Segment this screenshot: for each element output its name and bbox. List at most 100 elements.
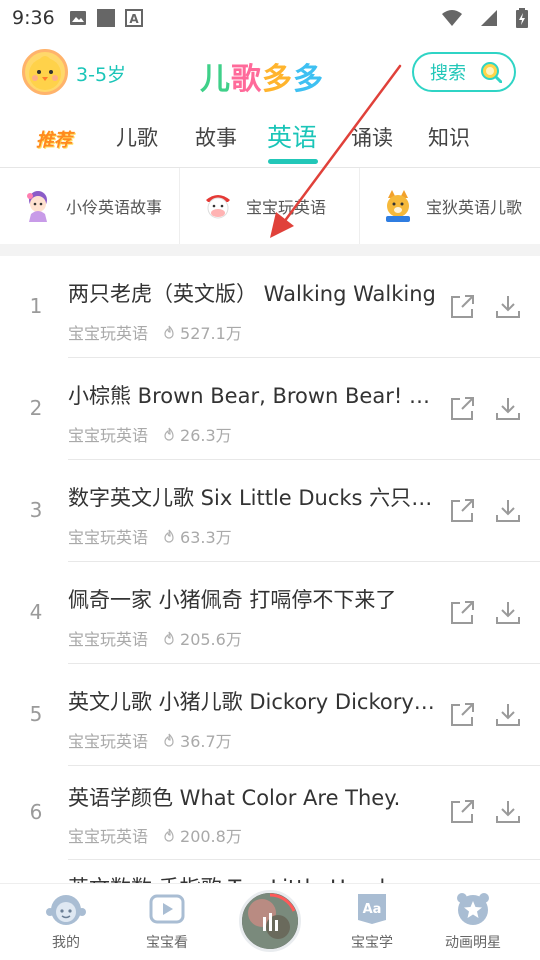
status-time: 9:36 bbox=[12, 7, 55, 29]
bottom-nav: 我的 宝宝看 Aa 宝宝学 动画明星 bbox=[0, 883, 540, 960]
song-row[interactable]: 4 佩奇一家 小猪佩奇 打嗝停不下来了 宝宝玩英语 205.6万 bbox=[0, 562, 540, 664]
category-tabs: 推荐 儿歌 故事 英语 诵读 知识 bbox=[0, 116, 540, 166]
share-icon[interactable] bbox=[448, 395, 476, 423]
series-label: 宝狄英语儿歌 bbox=[426, 198, 523, 217]
svg-text:Aa: Aa bbox=[363, 902, 382, 917]
play-count: 527.1万 bbox=[162, 320, 242, 344]
tab-recommend[interactable]: 推荐 bbox=[36, 126, 72, 152]
song-row[interactable]: 2 小棕熊 Brown Bear, Brown Bear! What 宝宝玩英语… bbox=[0, 358, 540, 460]
nav-mine[interactable]: 我的 bbox=[26, 890, 106, 952]
song-meta: 宝宝玩英语 527.1万 bbox=[68, 320, 242, 344]
age-selector[interactable]: 3-5岁 bbox=[76, 60, 126, 87]
share-icon[interactable] bbox=[448, 599, 476, 627]
play-count: 36.7万 bbox=[162, 728, 232, 752]
download-icon[interactable] bbox=[494, 798, 522, 826]
tab-songs[interactable]: 儿歌 bbox=[116, 122, 158, 152]
nav-cartoon-stars[interactable]: 动画明星 bbox=[433, 890, 513, 952]
logo-char: 多 bbox=[262, 62, 293, 97]
tab-knowledge[interactable]: 知识 bbox=[428, 122, 470, 152]
cow-avatar-icon bbox=[206, 195, 230, 219]
logo-char: 儿 bbox=[200, 62, 231, 97]
image-icon bbox=[69, 11, 86, 25]
song-rank: 3 bbox=[29, 498, 43, 522]
download-icon[interactable] bbox=[494, 395, 522, 423]
share-icon[interactable] bbox=[448, 798, 476, 826]
song-title: 英语学颜色 What Color Are They. bbox=[68, 786, 401, 810]
song-title: 数字英文儿歌 Six Little Ducks 六只小鸭 bbox=[68, 486, 440, 510]
avatar[interactable] bbox=[22, 49, 68, 95]
series-item-baodi[interactable]: 宝狄英语儿歌 bbox=[360, 168, 540, 244]
play-count: 26.3万 bbox=[162, 422, 232, 446]
nav-learn[interactable]: Aa 宝宝学 bbox=[332, 890, 412, 952]
song-source: 宝宝玩英语 bbox=[68, 732, 149, 751]
song-meta: 宝宝玩英语 26.3万 bbox=[68, 422, 232, 446]
play-count-value: 36.7万 bbox=[180, 732, 232, 751]
song-source: 宝宝玩英语 bbox=[68, 426, 149, 445]
song-source: 宝宝玩英语 bbox=[68, 324, 149, 343]
flame-icon bbox=[164, 529, 174, 543]
nav-label: 我的 bbox=[52, 935, 80, 951]
series-label: 小伶英语故事 bbox=[66, 198, 163, 217]
song-row[interactable]: 英文数数 手指歌 Ten Little Hands bbox=[0, 860, 540, 883]
song-meta: 宝宝玩英语 36.7万 bbox=[68, 728, 232, 752]
square-icon bbox=[96, 9, 115, 27]
play-count: 200.8万 bbox=[162, 823, 242, 847]
song-row[interactable]: 6 英语学颜色 What Color Are They. 宝宝玩英语 200.8… bbox=[0, 766, 540, 860]
section-spacer bbox=[0, 244, 540, 256]
song-rank: 6 bbox=[29, 800, 43, 824]
search-button[interactable]: 搜索 bbox=[412, 52, 516, 92]
play-count: 205.6万 bbox=[162, 626, 242, 650]
aa-learn-icon: Aa bbox=[358, 894, 386, 924]
song-row[interactable]: 3 数字英文儿歌 Six Little Ducks 六只小鸭 宝宝玩英语 63.… bbox=[0, 460, 540, 562]
search-label: 搜索 bbox=[430, 63, 466, 84]
song-row[interactable]: 1 两只老虎（英文版） Walking Walking 宝宝玩英语 527.1万 bbox=[0, 256, 540, 358]
logo-char: 多 bbox=[293, 62, 324, 97]
song-row[interactable]: 5 英文儿歌 小猪儿歌 Dickory Dickory Dock 宝宝玩英语 3… bbox=[0, 664, 540, 766]
status-bar: 9:36 A bbox=[0, 0, 540, 36]
nav-watch[interactable]: 宝宝看 bbox=[127, 890, 207, 952]
play-count-value: 200.8万 bbox=[180, 827, 242, 846]
series-shortcuts: 小伶英语故事 宝宝玩英语 宝狄英语儿歌 bbox=[0, 168, 540, 244]
flame-icon bbox=[164, 325, 174, 339]
tab-english[interactable]: 英语 bbox=[267, 118, 317, 154]
dog-avatar-icon bbox=[386, 190, 410, 222]
tab-stories[interactable]: 故事 bbox=[195, 122, 237, 152]
download-icon[interactable] bbox=[494, 701, 522, 729]
baby-face-icon bbox=[46, 895, 86, 925]
app-logo: 儿歌多多 bbox=[200, 54, 324, 98]
search-icon bbox=[481, 62, 502, 83]
series-label: 宝宝玩英语 bbox=[246, 198, 327, 217]
share-icon[interactable] bbox=[448, 293, 476, 321]
now-playing-disc-icon bbox=[242, 893, 298, 949]
share-icon[interactable] bbox=[448, 497, 476, 525]
tv-play-icon bbox=[149, 894, 185, 924]
wifi-icon bbox=[442, 10, 462, 26]
song-title: 英文数数 手指歌 Ten Little Hands bbox=[68, 872, 440, 883]
play-count-value: 26.3万 bbox=[180, 426, 232, 445]
download-icon[interactable] bbox=[494, 293, 522, 321]
download-icon[interactable] bbox=[494, 497, 522, 525]
signal-icon bbox=[481, 10, 497, 26]
song-title: 两只老虎（英文版） Walking Walking bbox=[68, 282, 436, 306]
series-item-baobao[interactable]: 宝宝玩英语 bbox=[180, 168, 360, 244]
battery-icon bbox=[516, 8, 528, 28]
song-rank: 4 bbox=[29, 600, 43, 624]
series-item-xiaoling[interactable]: 小伶英语故事 bbox=[0, 168, 180, 244]
song-meta: 宝宝玩英语 205.6万 bbox=[68, 626, 242, 650]
song-rank: 2 bbox=[29, 396, 43, 420]
nav-label: 宝宝看 bbox=[146, 935, 188, 951]
now-playing-button[interactable] bbox=[239, 890, 301, 952]
flame-icon bbox=[164, 733, 174, 747]
song-title: 小棕熊 Brown Bear, Brown Bear! What bbox=[68, 384, 440, 408]
song-meta: 宝宝玩英语 63.3万 bbox=[68, 524, 232, 548]
song-meta: 宝宝玩英语 200.8万 bbox=[68, 823, 242, 847]
download-icon[interactable] bbox=[494, 599, 522, 627]
song-source: 宝宝玩英语 bbox=[68, 827, 149, 846]
share-icon[interactable] bbox=[448, 701, 476, 729]
bear-star-icon bbox=[457, 893, 489, 925]
flame-icon bbox=[164, 828, 174, 842]
play-count-value: 527.1万 bbox=[180, 324, 242, 343]
song-rank: 5 bbox=[29, 702, 43, 726]
tab-recitation[interactable]: 诵读 bbox=[351, 122, 393, 152]
logo-char: 歌 bbox=[231, 62, 262, 97]
